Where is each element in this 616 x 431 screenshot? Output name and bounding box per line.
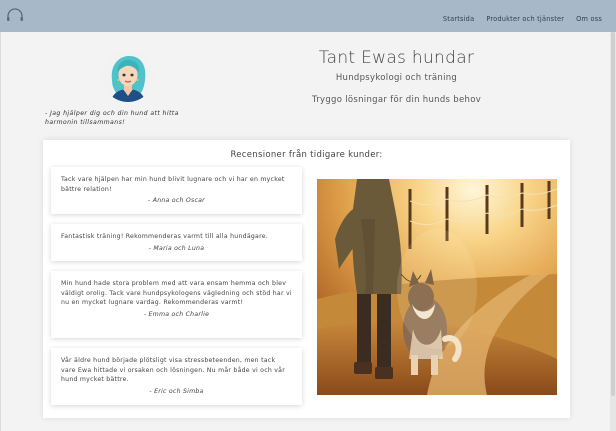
logo-icon[interactable] xyxy=(6,8,24,22)
review-author: - Maria och Luna xyxy=(148,244,205,252)
motto: Tryggo lösningar för din hunds behov xyxy=(311,95,482,105)
page-title: Tant Ewas hundar xyxy=(318,48,475,68)
review-text: Fantastisk träning! Rekommenderas varmt … xyxy=(61,233,269,240)
reviews-heading: Recensioner från tidigare kunder: xyxy=(230,150,383,160)
review-text: Tack vare hjälpen har min hund blivit lu… xyxy=(61,176,285,193)
scrollbar-thumb[interactable] xyxy=(611,32,615,396)
review-text: Min hund hade stora problem med att vara… xyxy=(61,280,292,307)
review-card: Fantastisk träning! Rekommenderas varmt … xyxy=(51,224,302,261)
reviews-section: Recensioner från tidigare kunder: Tack v… xyxy=(43,140,570,418)
page-subtitle: Hundpsykologi och träning xyxy=(335,73,458,83)
nav-link-om-oss[interactable]: Om oss xyxy=(576,15,602,23)
tagline: - Jag hjälper dig och din hund att hitta… xyxy=(45,110,179,126)
nav-link-startsida[interactable]: Startsida xyxy=(443,15,474,23)
review-text: Vår äldre hund började plötsligt visa st… xyxy=(61,357,285,384)
nav-link-produkter[interactable]: Produkter och tjänster xyxy=(486,15,564,23)
dog-walk-photo xyxy=(317,179,557,395)
avatar xyxy=(102,50,154,102)
top-navigation-bar: Startsida Produkter och tjänster Om oss xyxy=(0,0,616,32)
review-card: Tack vare hjälpen har min hund blivit lu… xyxy=(51,167,302,214)
review-author: - Anna och Oscar xyxy=(148,197,205,205)
main-nav: Startsida Produkter och tjänster Om oss xyxy=(443,15,602,23)
review-card: Vår äldre hund började plötsligt visa st… xyxy=(51,348,302,405)
review-author: - Emma och Charlie xyxy=(143,310,210,318)
review-author: - Eric och Simba xyxy=(149,387,204,395)
scrollbar[interactable] xyxy=(610,32,616,431)
review-card: Min hund hade stora problem med att vara… xyxy=(51,271,302,338)
